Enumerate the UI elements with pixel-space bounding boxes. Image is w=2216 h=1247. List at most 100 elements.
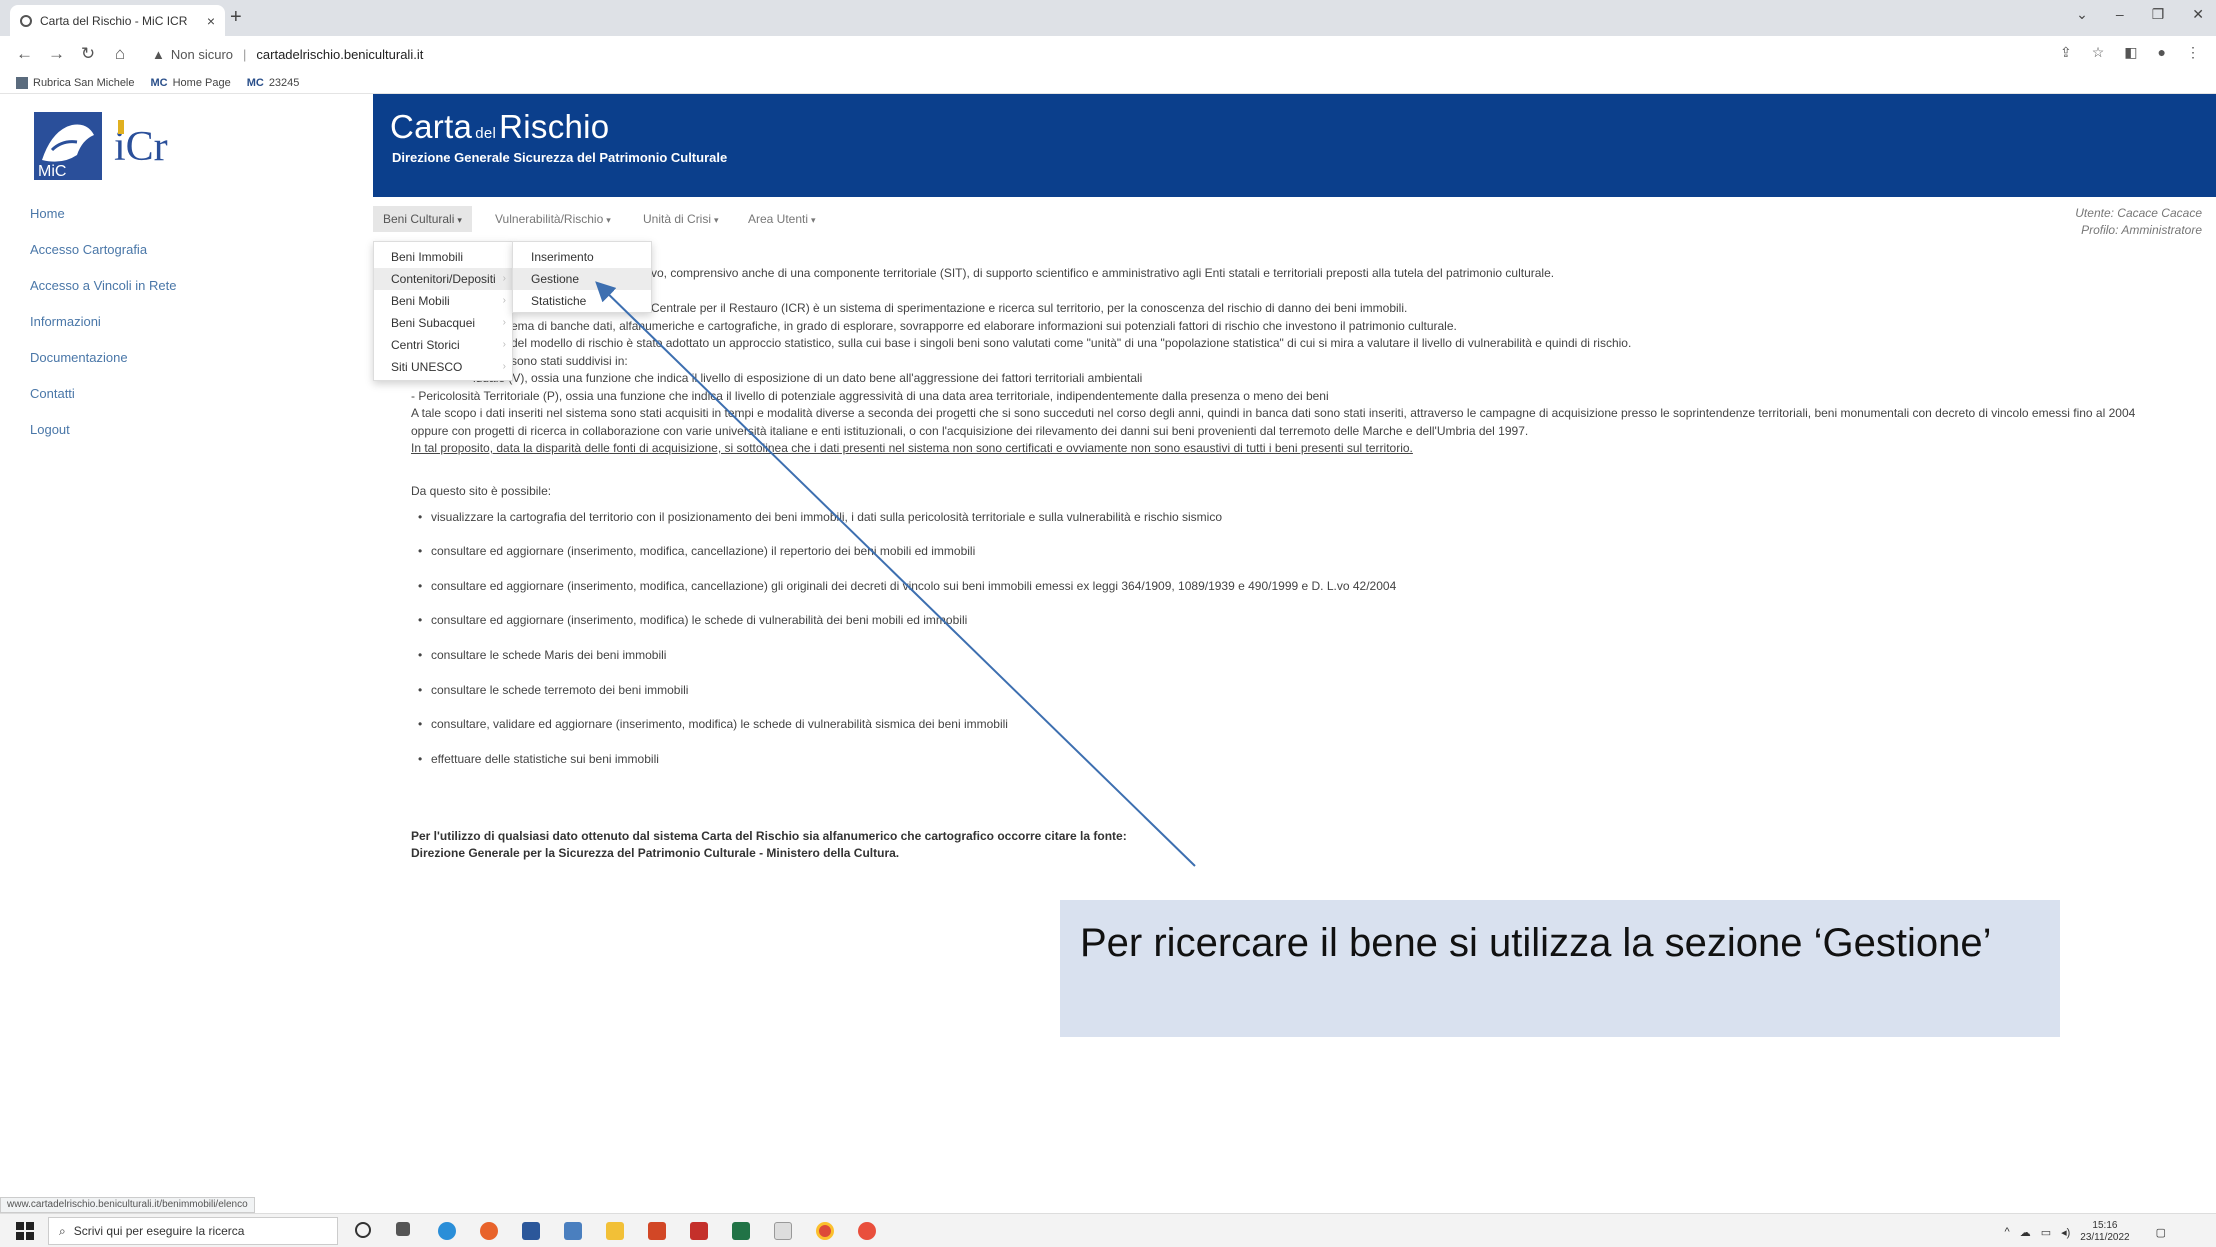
bookmark-item[interactable]: MC Home Page bbox=[151, 77, 231, 89]
bookmarks-bar: Rubrica San Michele MC Home Page MC 2324… bbox=[0, 72, 2216, 94]
mic-bookmark-icon: MC bbox=[150, 76, 168, 89]
menu-vulnerabilita[interactable]: Vulnerabilità/Rischio ▾ bbox=[495, 212, 611, 226]
sidebar-item-logout[interactable]: Logout bbox=[30, 422, 70, 437]
minimize-button[interactable]: – bbox=[2116, 6, 2124, 23]
sidebar-item-vincoli[interactable]: Accesso a Vincoli in Rete bbox=[30, 278, 176, 293]
dropdown-item-siti-unesco[interactable]: Siti UNESCO › bbox=[374, 356, 512, 378]
cortana-icon[interactable] bbox=[355, 1222, 371, 1238]
new-tab-button[interactable]: + bbox=[230, 6, 242, 29]
volume-icon[interactable]: ◂) bbox=[2061, 1226, 2070, 1239]
star-icon[interactable]: ☆ bbox=[2092, 44, 2105, 61]
list-item: consultare ed aggiornare (inserimento, m… bbox=[418, 613, 967, 627]
profile-icon[interactable]: ● bbox=[2158, 44, 2166, 61]
cloud-icon[interactable]: ☁ bbox=[2020, 1226, 2031, 1239]
share-icon[interactable]: ⇪ bbox=[2060, 44, 2072, 61]
task-view-icon[interactable] bbox=[396, 1222, 410, 1236]
source-notice: Per l'utilizzo di qualsiasi dato ottenut… bbox=[411, 829, 1127, 843]
list-item: visualizzare la cartografia del territor… bbox=[418, 510, 1222, 524]
list-item: consultare le schede Maris dei beni immo… bbox=[418, 648, 666, 662]
powerpoint-icon[interactable] bbox=[648, 1222, 666, 1240]
clock[interactable]: 15:16 23/11/2022 bbox=[2080, 1220, 2129, 1244]
dropdown-item-statistiche[interactable]: Statistiche bbox=[513, 290, 651, 312]
browser-tab[interactable]: Carta del Rischio - MiC ICR × bbox=[10, 5, 225, 36]
bookmark-item[interactable]: MC 23245 bbox=[247, 77, 300, 89]
mic-bookmark-icon: MC bbox=[246, 76, 264, 89]
chevron-right-icon: › bbox=[502, 339, 506, 350]
globe-icon bbox=[20, 14, 32, 27]
intro-text: del modello di rischio è stato adottato … bbox=[511, 336, 1632, 350]
back-icon[interactable]: ← bbox=[16, 44, 33, 64]
intro-text: A tale scopo i dati inseriti nel sistema… bbox=[411, 406, 2136, 420]
dropdown-item-centri-storici[interactable]: Centri Storici › bbox=[374, 334, 512, 356]
chevron-down-icon[interactable]: ⌄ bbox=[2076, 6, 2088, 23]
more-menu-icon[interactable]: ⋮ bbox=[2186, 44, 2200, 61]
caret-down-icon: ▾ bbox=[714, 215, 719, 225]
site-subtitle: Direzione Generale Sicurezza del Patrimo… bbox=[392, 150, 728, 165]
site-title: Carta delRischio bbox=[390, 108, 610, 145]
browser-actions: ⇪ ☆ ◧ ● ⋮ bbox=[2060, 44, 2200, 61]
sidebar-item-home[interactable]: Home bbox=[30, 206, 65, 221]
restore-button[interactable]: ❐ bbox=[2152, 6, 2165, 23]
excel-icon[interactable] bbox=[732, 1222, 750, 1240]
word-icon[interactable] bbox=[522, 1222, 540, 1240]
dropdown-beni-culturali: Beni Immobili Contenitori/Depositi › Beni… bbox=[373, 241, 513, 381]
bookmark-icon bbox=[16, 76, 28, 89]
menu-area-utenti[interactable]: Area Utenti ▾ bbox=[748, 212, 816, 226]
chrome-icon[interactable] bbox=[816, 1222, 834, 1240]
network-icon[interactable]: ▭ bbox=[2041, 1226, 2051, 1239]
home-icon[interactable]: ⌂ bbox=[112, 44, 128, 64]
divider: | bbox=[243, 46, 247, 62]
close-tab-icon[interactable]: × bbox=[207, 13, 215, 29]
list-item: effettuare delle statistiche sui beni im… bbox=[418, 752, 659, 766]
sidepanel-icon[interactable]: ◧ bbox=[2124, 44, 2137, 61]
site-header: Carta delRischio Direzione Generale Sicur… bbox=[373, 94, 2216, 197]
tab-title: Carta del Rischio - MiC ICR bbox=[40, 13, 188, 28]
search-icon: ⌕ bbox=[59, 1223, 66, 1238]
acrobat-icon[interactable] bbox=[690, 1222, 708, 1240]
insecure-label: Non sicuro bbox=[170, 46, 234, 62]
dropdown-item-beni-subacquei[interactable]: Beni Subacquei › bbox=[374, 312, 512, 334]
intro-text: iduale (V), ossia una funzione che indic… bbox=[473, 371, 1143, 385]
intro-text: ema di banche dati, alfanumeriche e cart… bbox=[511, 319, 1457, 333]
address-bar[interactable]: ▲ Non sicuro | cartadelrischio.benicultu… bbox=[152, 47, 423, 62]
notepad-icon[interactable] bbox=[774, 1222, 792, 1240]
app-icon[interactable] bbox=[858, 1222, 876, 1240]
status-url: www.cartadelrischio.beniculturali.it/ben… bbox=[0, 1197, 255, 1213]
sidebar-item-informazioni[interactable]: Informazioni bbox=[30, 314, 101, 329]
dropdown-item-contenitori[interactable]: Contenitori/Depositi › bbox=[374, 268, 512, 290]
app-icon[interactable] bbox=[564, 1222, 582, 1240]
sidebar-item-contatti[interactable]: Contatti bbox=[30, 386, 75, 401]
chevron-up-icon[interactable]: ^ bbox=[2005, 1226, 2010, 1238]
dropdown-item-inserimento[interactable]: Inserimento bbox=[513, 246, 651, 268]
edge-icon[interactable] bbox=[438, 1222, 456, 1240]
dropdown-item-gestione[interactable]: Gestione bbox=[513, 268, 651, 290]
dropdown-item-beni-mobili[interactable]: Beni Mobili › bbox=[374, 290, 512, 312]
intro-text: Centrale per il Restauro (ICR) è un sist… bbox=[651, 301, 1408, 315]
warning-icon: ▲ bbox=[152, 46, 165, 62]
notifications-icon[interactable]: ▢ bbox=[2156, 1226, 2166, 1239]
intro-text: vo, comprensivo anche di una componente … bbox=[651, 266, 1555, 280]
bookmark-item[interactable]: Rubrica San Michele bbox=[16, 76, 135, 89]
browser-tab-bar: Carta del Rischio - MiC ICR × + ⌄ – ❐ ✕ bbox=[0, 0, 2216, 36]
windows-start-icon[interactable] bbox=[16, 1222, 34, 1240]
main-menu: Beni Culturali ▾ Vulnerabilità/Rischio ▾ U… bbox=[373, 197, 2216, 241]
source-notice: Direzione Generale per la Sicurezza del … bbox=[411, 846, 900, 860]
sidebar-item-documentazione[interactable]: Documentazione bbox=[30, 350, 128, 365]
close-window-button[interactable]: ✕ bbox=[2192, 6, 2204, 23]
menu-beni-culturali[interactable]: Beni Culturali ▾ bbox=[373, 206, 472, 232]
firefox-icon[interactable] bbox=[480, 1222, 498, 1240]
folder-icon[interactable] bbox=[606, 1222, 624, 1240]
dropdown-item-beni-immobili[interactable]: Beni Immobili bbox=[374, 246, 512, 268]
list-item: consultare ed aggiornare (inserimento, m… bbox=[418, 579, 1396, 593]
sidebar-item-cartografia[interactable]: Accesso Cartografia bbox=[30, 242, 147, 257]
forward-icon[interactable]: → bbox=[48, 44, 65, 64]
chevron-right-icon: › bbox=[502, 273, 506, 284]
caret-down-icon: ▾ bbox=[811, 215, 816, 225]
system-tray: ^ ☁ ▭ ◂) 15:16 23/11/2022 ▢ bbox=[2005, 1220, 2166, 1244]
caret-down-icon: ▾ bbox=[457, 215, 462, 225]
window-controls: ⌄ – ❐ ✕ bbox=[2076, 6, 2204, 23]
url-text[interactable]: cartadelrischio.beniculturali.it bbox=[256, 47, 423, 62]
taskbar-search[interactable]: ⌕ Scrivi qui per eseguire la ricerca bbox=[48, 1217, 338, 1245]
menu-unita-crisi[interactable]: Unità di Crisi ▾ bbox=[643, 212, 719, 226]
reload-icon[interactable]: ↻ bbox=[80, 44, 96, 64]
